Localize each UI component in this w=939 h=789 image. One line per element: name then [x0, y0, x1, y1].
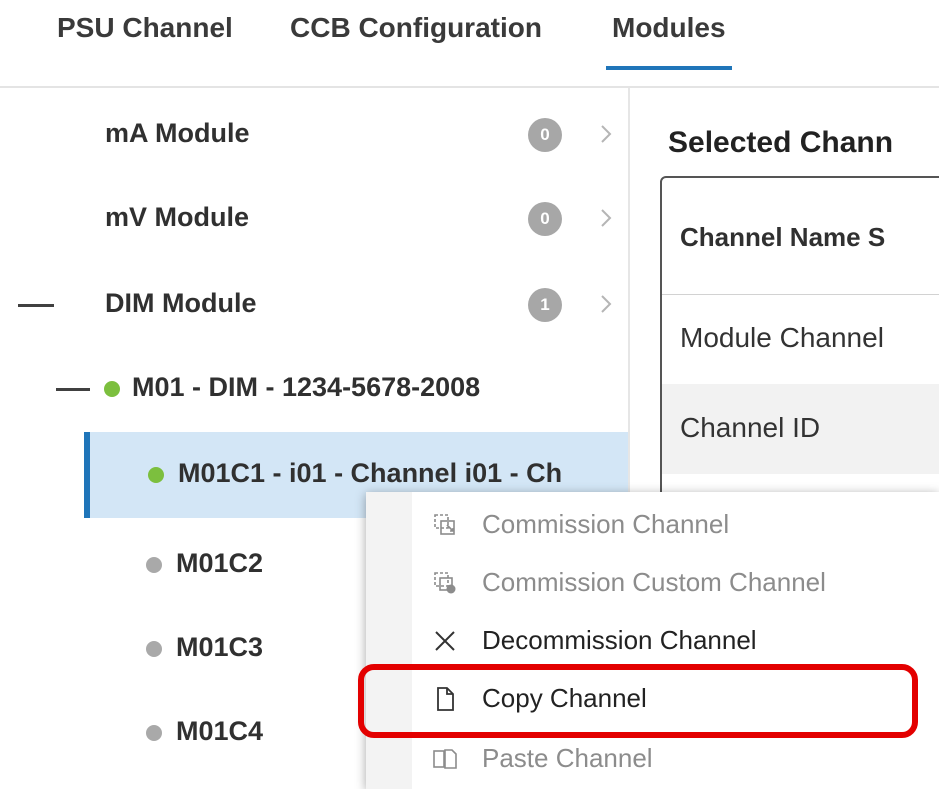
tab-bar: PSU Channel CCB Configuration Modules	[0, 0, 939, 88]
menu-item-label: Commission Custom Channel	[482, 567, 826, 597]
tab-psu-channel[interactable]: PSU Channel	[57, 12, 233, 44]
channel-label: M01C1 - i01 - Channel i01 - Ch	[178, 458, 563, 488]
tab-ccb-configuration[interactable]: CCB Configuration	[290, 12, 542, 44]
module-label: mA Module	[105, 118, 250, 148]
tree-item-ma-module[interactable]: mA Module 0	[0, 100, 628, 170]
count-badge: 0	[528, 118, 562, 152]
channel-label: M01C2	[176, 548, 264, 578]
column-header: Channel Name S	[680, 222, 886, 252]
status-inactive-icon	[146, 725, 162, 741]
close-icon	[435, 631, 455, 651]
card-header: Channel Name S	[662, 178, 939, 295]
tab-modules[interactable]: Modules	[606, 12, 732, 70]
module-label: mV Module	[105, 202, 250, 232]
tree-item-device-m01[interactable]: M01 - DIM - 1234-5678-2008	[0, 354, 628, 424]
commission-custom-icon	[434, 572, 456, 594]
menu-item-label: Copy Channel	[482, 683, 647, 713]
chevron-right-icon[interactable]	[596, 294, 616, 314]
menu-item-label: Paste Channel	[482, 743, 653, 773]
count-badge: 1	[528, 288, 562, 322]
status-online-icon	[104, 381, 120, 397]
menu-item-commission-channel[interactable]: Commission Channel	[366, 495, 939, 553]
detail-row: Module Channel	[662, 294, 939, 384]
device-label: M01 - DIM - 1234-5678-2008	[132, 372, 481, 402]
menu-item-decommission-channel[interactable]: Decommission Channel	[366, 611, 939, 669]
channel-label: M01C3	[176, 632, 264, 662]
detail-row: Channel ID	[662, 384, 939, 474]
count-badge: 0	[528, 202, 562, 236]
tree-item-dim-module[interactable]: DIM Module 1	[0, 270, 628, 340]
status-online-icon	[148, 467, 164, 483]
collapse-icon[interactable]	[56, 388, 90, 391]
menu-item-label: Commission Channel	[482, 509, 730, 539]
menu-item-commission-custom-channel[interactable]: Commission Custom Channel	[366, 553, 939, 611]
context-menu: Commission Channel Commission Custom Cha…	[366, 492, 939, 789]
menu-item-paste-channel[interactable]: Paste Channel	[366, 729, 939, 787]
copy-icon	[437, 687, 454, 711]
detail-row-label: Channel ID	[680, 412, 821, 443]
collapse-icon[interactable]	[18, 304, 54, 307]
menu-item-copy-channel[interactable]: Copy Channel	[366, 669, 939, 727]
tree-item-mv-module[interactable]: mV Module 0	[0, 184, 628, 254]
commission-icon	[434, 514, 455, 535]
status-inactive-icon	[146, 641, 162, 657]
detail-row-label: Module Channel	[680, 322, 884, 353]
status-inactive-icon	[146, 557, 162, 573]
panel-title: Selected Chann	[668, 126, 894, 159]
chevron-right-icon[interactable]	[596, 208, 616, 228]
paste-icon	[433, 749, 457, 769]
chevron-right-icon[interactable]	[596, 124, 616, 144]
channel-label: M01C4	[176, 716, 264, 746]
module-label: DIM Module	[105, 288, 257, 318]
menu-item-label: Decommission Channel	[482, 625, 757, 655]
